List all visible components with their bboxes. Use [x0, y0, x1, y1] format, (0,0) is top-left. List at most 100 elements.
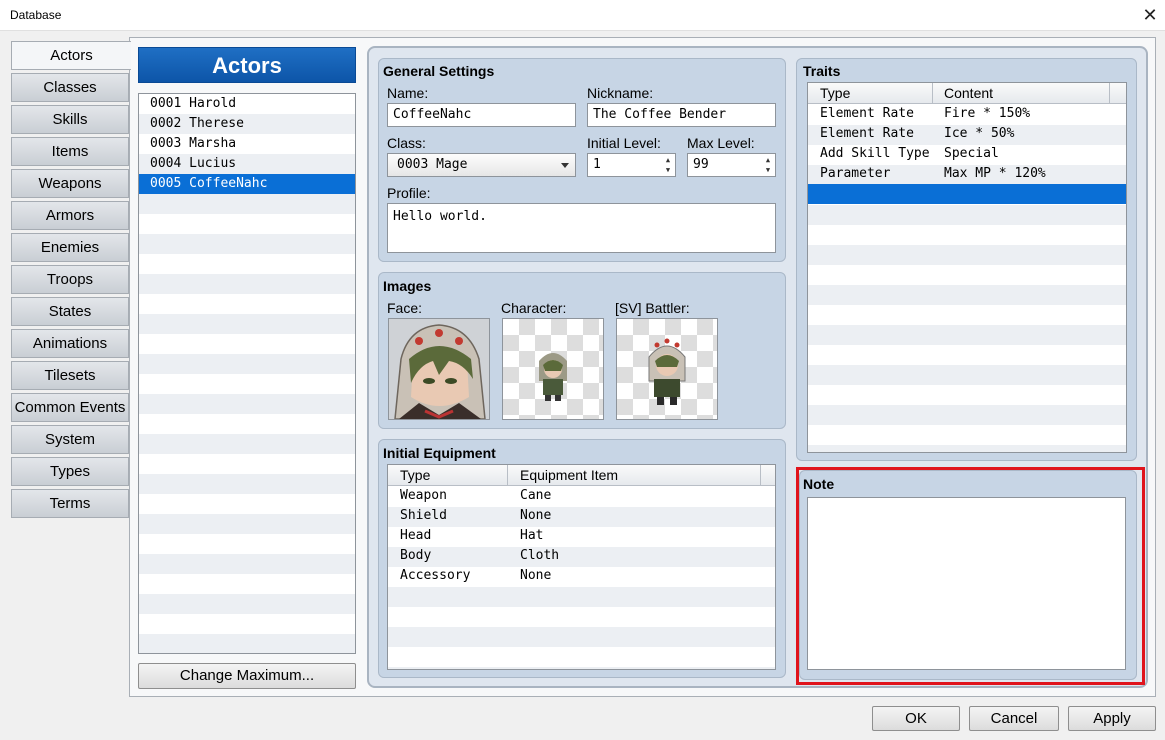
- equipment-row[interactable]: Head Hat: [388, 526, 775, 546]
- class-dropdown[interactable]: 0003 Mage: [387, 153, 576, 177]
- equipment-item-cell: None: [520, 508, 552, 523]
- equipment-row[interactable]: Shield None: [388, 506, 775, 526]
- trait-row[interactable]: Element Rate Fire * 150%: [808, 104, 1126, 124]
- ok-button[interactable]: OK: [872, 706, 960, 731]
- equipment-type-cell: Body: [400, 548, 432, 563]
- trait-content-cell: Ice * 50%: [944, 126, 1015, 141]
- battler-sprite-icon: [648, 338, 686, 405]
- apply-button[interactable]: Apply: [1068, 706, 1156, 731]
- actor-list-header: Actors: [138, 47, 356, 83]
- equipment-type-cell: Weapon: [400, 488, 447, 503]
- max-level-value: 99: [693, 157, 709, 172]
- traits-col-content[interactable]: Content: [944, 83, 993, 103]
- trait-content-cell: Max MP * 120%: [944, 166, 1046, 181]
- actor-list-item[interactable]: 0003 Marsha: [139, 134, 355, 154]
- window-title: Database: [10, 8, 62, 22]
- nickname-field[interactable]: The Coffee Bender: [587, 103, 776, 127]
- equipment-row[interactable]: Body Cloth: [388, 546, 775, 566]
- traits-table-header: Type Content: [808, 83, 1126, 104]
- traits-col-type[interactable]: Type: [820, 83, 850, 103]
- trait-content-cell: Special: [944, 146, 999, 161]
- tab-weapons[interactable]: Weapons: [11, 169, 129, 198]
- initial-equipment-title: Initial Equipment: [383, 445, 496, 461]
- equipment-col-item[interactable]: Equipment Item: [520, 465, 618, 485]
- battler-image[interactable]: [616, 318, 718, 420]
- battler-label: [SV] Battler:: [615, 300, 690, 316]
- equipment-item-cell: Hat: [520, 528, 544, 543]
- traits-table[interactable]: Type Content Element Rate Fire * 150% Elem…: [807, 82, 1127, 453]
- spin-arrows-icon[interactable]: ▲ ▼: [763, 155, 773, 175]
- equipment-item-cell: Cane: [520, 488, 552, 503]
- class-dropdown-value: 0003 Mage: [397, 157, 468, 172]
- trait-type-cell: Parameter: [820, 166, 891, 181]
- initial-level-stepper[interactable]: 1 ▲ ▼: [587, 153, 676, 177]
- equipment-col-type[interactable]: Type: [400, 465, 430, 485]
- actor-list-item[interactable]: 0001 Harold: [139, 94, 355, 114]
- traits-title: Traits: [803, 63, 841, 79]
- general-settings-title: General Settings: [383, 63, 495, 79]
- nickname-label: Nickname:: [587, 85, 654, 101]
- close-icon[interactable]: ✕: [1138, 2, 1162, 28]
- trait-type-cell: Element Rate: [820, 106, 914, 121]
- equipment-item-cell: None: [520, 568, 552, 583]
- character-image[interactable]: [502, 318, 604, 420]
- actor-list-item[interactable]: 0004 Lucius: [139, 154, 355, 174]
- equipment-row[interactable]: Weapon Cane: [388, 486, 775, 506]
- trait-row[interactable]: Element Rate Ice * 50%: [808, 124, 1126, 144]
- equipment-row[interactable]: Accessory None: [388, 566, 775, 586]
- max-level-stepper[interactable]: 99 ▲ ▼: [687, 153, 776, 177]
- equipment-table[interactable]: Type Equipment Item Weapon Cane Shield None…: [387, 464, 776, 670]
- cancel-button[interactable]: Cancel: [969, 706, 1059, 731]
- column-divider[interactable]: [932, 83, 933, 104]
- change-maximum-button[interactable]: Change Maximum...: [138, 663, 356, 689]
- character-sprite-icon: [539, 353, 567, 401]
- initial-level-value: 1: [593, 157, 601, 172]
- max-level-label: Max Level:: [687, 135, 755, 151]
- tab-troops[interactable]: Troops: [11, 265, 129, 294]
- profile-textarea[interactable]: Hello world.: [387, 203, 776, 253]
- tab-enemies[interactable]: Enemies: [11, 233, 129, 262]
- name-field[interactable]: CoffeeNahc: [387, 103, 576, 127]
- equipment-table-header: Type Equipment Item: [388, 465, 775, 486]
- tab-classes[interactable]: Classes: [11, 73, 129, 102]
- tab-states[interactable]: States: [11, 297, 129, 326]
- tab-system[interactable]: System: [11, 425, 129, 454]
- tab-terms[interactable]: Terms: [11, 489, 129, 518]
- equipment-item-cell: Cloth: [520, 548, 560, 563]
- character-label: Character:: [501, 300, 567, 316]
- trait-row[interactable]: Add Skill Type Special: [808, 144, 1126, 164]
- tab-armors[interactable]: Armors: [11, 201, 129, 230]
- profile-label: Profile:: [387, 185, 431, 201]
- equipment-type-cell: Head: [400, 528, 432, 543]
- face-image[interactable]: [388, 318, 490, 420]
- spin-arrows-icon[interactable]: ▲ ▼: [663, 155, 673, 175]
- class-label: Class:: [387, 135, 426, 151]
- face-label: Face:: [387, 300, 423, 316]
- equipment-type-cell: Accessory: [400, 568, 471, 583]
- trait-new-row[interactable]: [808, 184, 1126, 204]
- tab-types[interactable]: Types: [11, 457, 129, 486]
- trait-row[interactable]: Parameter Max MP * 120%: [808, 164, 1126, 184]
- face-portrait-icon: [394, 324, 486, 419]
- column-divider[interactable]: [760, 465, 761, 486]
- trait-type-cell: Element Rate: [820, 126, 914, 141]
- tab-skills[interactable]: Skills: [11, 105, 129, 134]
- actor-list-item[interactable]: 0005 CoffeeNahc: [139, 174, 355, 194]
- trait-type-cell: Add Skill Type: [820, 146, 930, 161]
- tab-common-events[interactable]: Common Events: [11, 393, 129, 422]
- equipment-type-cell: Shield: [400, 508, 447, 523]
- tab-actors[interactable]: Actors: [11, 41, 131, 70]
- trait-content-cell: Fire * 150%: [944, 106, 1031, 121]
- name-label: Name:: [387, 85, 429, 101]
- actor-list[interactable]: 0001 Harold 0002 Therese 0003 Marsha 0004 L…: [138, 93, 356, 654]
- column-divider[interactable]: [1109, 83, 1110, 104]
- chevron-down-icon: [561, 163, 569, 168]
- actor-list-item[interactable]: 0002 Therese: [139, 114, 355, 134]
- initial-level-label: Initial Level:: [587, 135, 661, 151]
- column-divider[interactable]: [507, 465, 508, 486]
- tab-animations[interactable]: Animations: [11, 329, 129, 358]
- tab-items[interactable]: Items: [11, 137, 129, 166]
- title-bar: [0, 0, 1165, 31]
- tab-tilesets[interactable]: Tilesets: [11, 361, 129, 390]
- note-highlight-box: [796, 467, 1145, 685]
